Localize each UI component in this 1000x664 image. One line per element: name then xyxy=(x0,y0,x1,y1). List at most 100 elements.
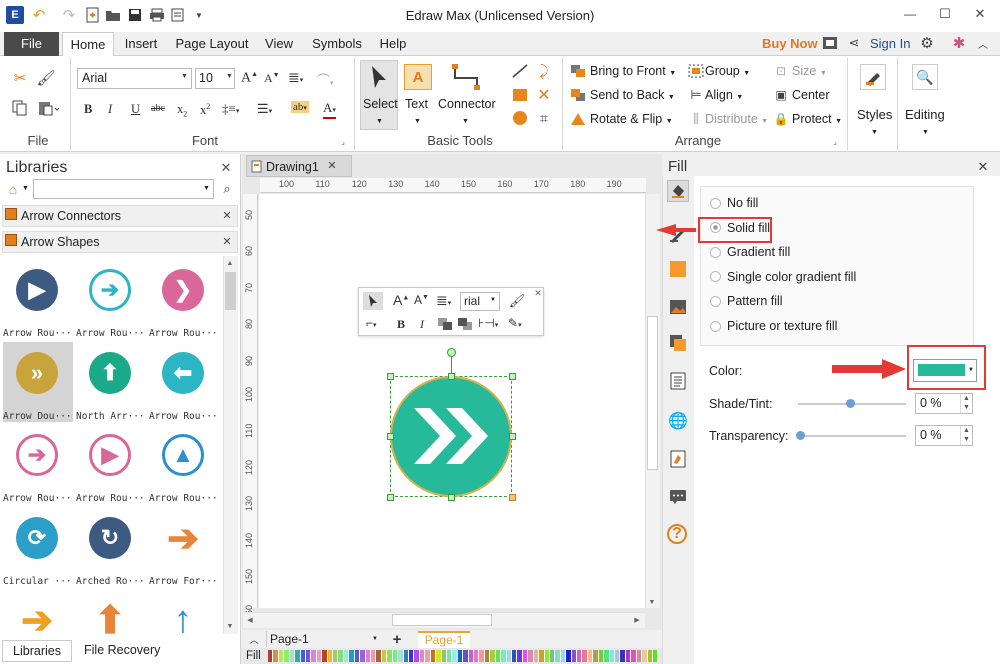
shadow-tool-icon[interactable] xyxy=(667,258,689,280)
buy-now-link[interactable]: Buy Now xyxy=(762,36,818,51)
cursor-icon[interactable] xyxy=(363,292,383,310)
paste-icon[interactable] xyxy=(36,98,62,118)
tab-home[interactable]: Home xyxy=(62,32,114,57)
rotate-flip-button[interactable]: Rotate & Flip ▼ xyxy=(590,112,673,126)
ellipse-tool-icon[interactable] xyxy=(510,109,530,127)
library-scrollbar[interactable] xyxy=(223,256,238,634)
highlight-icon[interactable]: ab▾ xyxy=(291,101,309,113)
bullets-icon[interactable]: ☰▾ xyxy=(257,101,272,117)
crop-tool-icon[interactable]: ⌗ xyxy=(534,109,554,127)
align-button[interactable]: Align ▼ xyxy=(705,88,743,102)
group-button[interactable]: Group ▼ xyxy=(705,64,750,78)
font-color-icon[interactable]: A▾ xyxy=(323,101,336,119)
close-icon[interactable]: ✕ xyxy=(976,159,990,174)
dialog-launcher-icon[interactable]: ⌟ xyxy=(338,136,348,146)
resize-handle[interactable] xyxy=(509,494,516,501)
radio-button-icon[interactable] xyxy=(710,271,721,283)
connector-tool-icon[interactable] xyxy=(448,62,484,92)
gear-icon[interactable]: ⚙ xyxy=(918,34,936,52)
close-window-button[interactable]: ✕ xyxy=(965,4,995,24)
spin-arrows-icon[interactable]: ▲ ▼ xyxy=(960,394,972,413)
help-icon[interactable]: ? xyxy=(667,524,687,544)
fill-tool-icon[interactable] xyxy=(667,180,689,202)
connector-tool-label[interactable]: Connector xyxy=(438,97,496,111)
library-shape-item[interactable]: » Arrow Dou··· xyxy=(3,342,73,422)
close-icon[interactable]: ✕ xyxy=(221,235,233,248)
resize-handle[interactable] xyxy=(509,433,516,440)
center-button[interactable]: Center xyxy=(792,88,830,102)
home-icon[interactable]: ⌂ xyxy=(4,181,22,197)
close-icon[interactable]: ✕ xyxy=(218,160,234,176)
fill-option[interactable]: Picture or texture fill xyxy=(710,316,837,336)
library-shape-item[interactable]: ⟳ Circular ··· xyxy=(3,507,73,587)
brush-icon[interactable]: 🖌 xyxy=(508,292,526,310)
arc-tool-icon[interactable]: ⤸ xyxy=(534,62,554,80)
library-shape-item[interactable]: ↻ Arched Ro··· xyxy=(76,507,146,587)
library-shape-item[interactable]: ▶ Arrow Rou··· xyxy=(76,424,146,504)
color-swatch-bar[interactable] xyxy=(268,650,659,662)
tab-view[interactable]: View xyxy=(258,32,300,55)
edit-style-icon[interactable]: ✎▾ xyxy=(508,316,522,330)
shrink-font-icon[interactable]: A▼ xyxy=(414,293,429,307)
radio-button-icon[interactable] xyxy=(710,246,721,258)
editing-icon[interactable]: 🔍 xyxy=(912,64,938,90)
transparency-slider-thumb[interactable] xyxy=(796,431,805,440)
align-text-icon[interactable]: ≣▾ xyxy=(436,292,451,309)
align-text-icon[interactable]: ≣▾ xyxy=(288,70,303,87)
library-shape-item[interactable]: ⬅ Arrow Rou··· xyxy=(149,342,219,422)
line-tool-icon[interactable] xyxy=(510,62,530,80)
add-page-icon[interactable]: + xyxy=(390,631,404,648)
bring-to-front-icon[interactable] xyxy=(436,316,454,332)
rectangle-tool-icon[interactable] xyxy=(510,86,530,104)
radio-button-icon[interactable] xyxy=(710,320,721,332)
line-spacing-icon[interactable]: ‡≡▾ xyxy=(222,101,239,117)
bold-icon[interactable]: B xyxy=(84,102,92,117)
library-shape-item[interactable]: ▶ Arrow Rou··· xyxy=(3,259,73,339)
connector-style-icon[interactable]: ⌐▾ xyxy=(366,316,377,330)
copy-icon[interactable] xyxy=(10,98,30,118)
chevron-right-icon[interactable]: ▶ xyxy=(631,614,643,626)
grow-font-icon[interactable]: A▲ xyxy=(241,70,258,87)
library-shape-item[interactable]: ➔ Arrow For··· xyxy=(149,507,219,588)
library-shape-item[interactable]: ➔ Arrow Rou··· xyxy=(3,424,73,504)
subscript-icon[interactable]: x2 xyxy=(177,102,187,119)
resize-handle[interactable] xyxy=(448,494,455,501)
transparency-slider[interactable] xyxy=(798,435,906,437)
resize-handle[interactable] xyxy=(387,494,394,501)
resize-handle[interactable] xyxy=(448,373,455,380)
close-icon[interactable]: ✕ xyxy=(326,159,338,172)
file-recovery-tab[interactable]: File Recovery xyxy=(84,643,160,657)
grow-font-icon[interactable]: A▲ xyxy=(393,292,409,308)
libraries-bottom-tab[interactable]: Libraries xyxy=(2,640,72,662)
chevron-down-icon[interactable]: ▼ xyxy=(224,620,236,632)
share-icon[interactable]: ⋖ xyxy=(846,35,862,51)
italic-icon[interactable]: I xyxy=(108,102,112,117)
page-tab[interactable]: Page-1 xyxy=(418,631,470,648)
library-scrollbar-thumb[interactable] xyxy=(225,272,236,310)
tab-help[interactable]: Help xyxy=(372,32,414,55)
align-icon[interactable]: ⊦⊣▾ xyxy=(478,316,498,330)
apps-icon[interactable]: ✱ xyxy=(950,34,968,52)
send-to-back-button[interactable]: Send to Back ▼ xyxy=(590,88,675,102)
globe-icon[interactable]: 🌐 xyxy=(667,410,689,432)
resize-handle[interactable] xyxy=(387,373,394,380)
strikethrough-icon[interactable]: abc xyxy=(151,103,165,114)
send-to-back-icon[interactable] xyxy=(456,316,474,332)
chevron-up-icon[interactable]: ︿ xyxy=(248,633,260,645)
chevron-up-icon[interactable]: ▲ xyxy=(224,257,236,269)
comment-icon[interactable] xyxy=(667,486,689,508)
minimize-button[interactable]: — xyxy=(895,4,925,24)
library-shape-item[interactable]: ❯ Arrow Rou··· xyxy=(149,259,219,339)
chevron-down-icon[interactable]: ▼ xyxy=(22,185,29,192)
brush-icon[interactable]: 🖌 xyxy=(36,68,56,88)
chevron-left-icon[interactable]: ◀ xyxy=(244,614,256,626)
italic-icon[interactable]: I xyxy=(420,317,424,332)
styles-icon[interactable] xyxy=(860,64,886,90)
text-tool-label[interactable]: Text xyxy=(405,97,428,111)
maximize-button[interactable]: ☐ xyxy=(930,4,960,24)
fill-option[interactable]: Gradient fill xyxy=(710,242,790,262)
rotation-handle[interactable] xyxy=(447,348,456,357)
vertical-scrollbar-thumb[interactable] xyxy=(647,316,658,470)
fill-option[interactable]: No fill xyxy=(710,193,758,213)
page-properties-icon[interactable] xyxy=(667,370,689,392)
